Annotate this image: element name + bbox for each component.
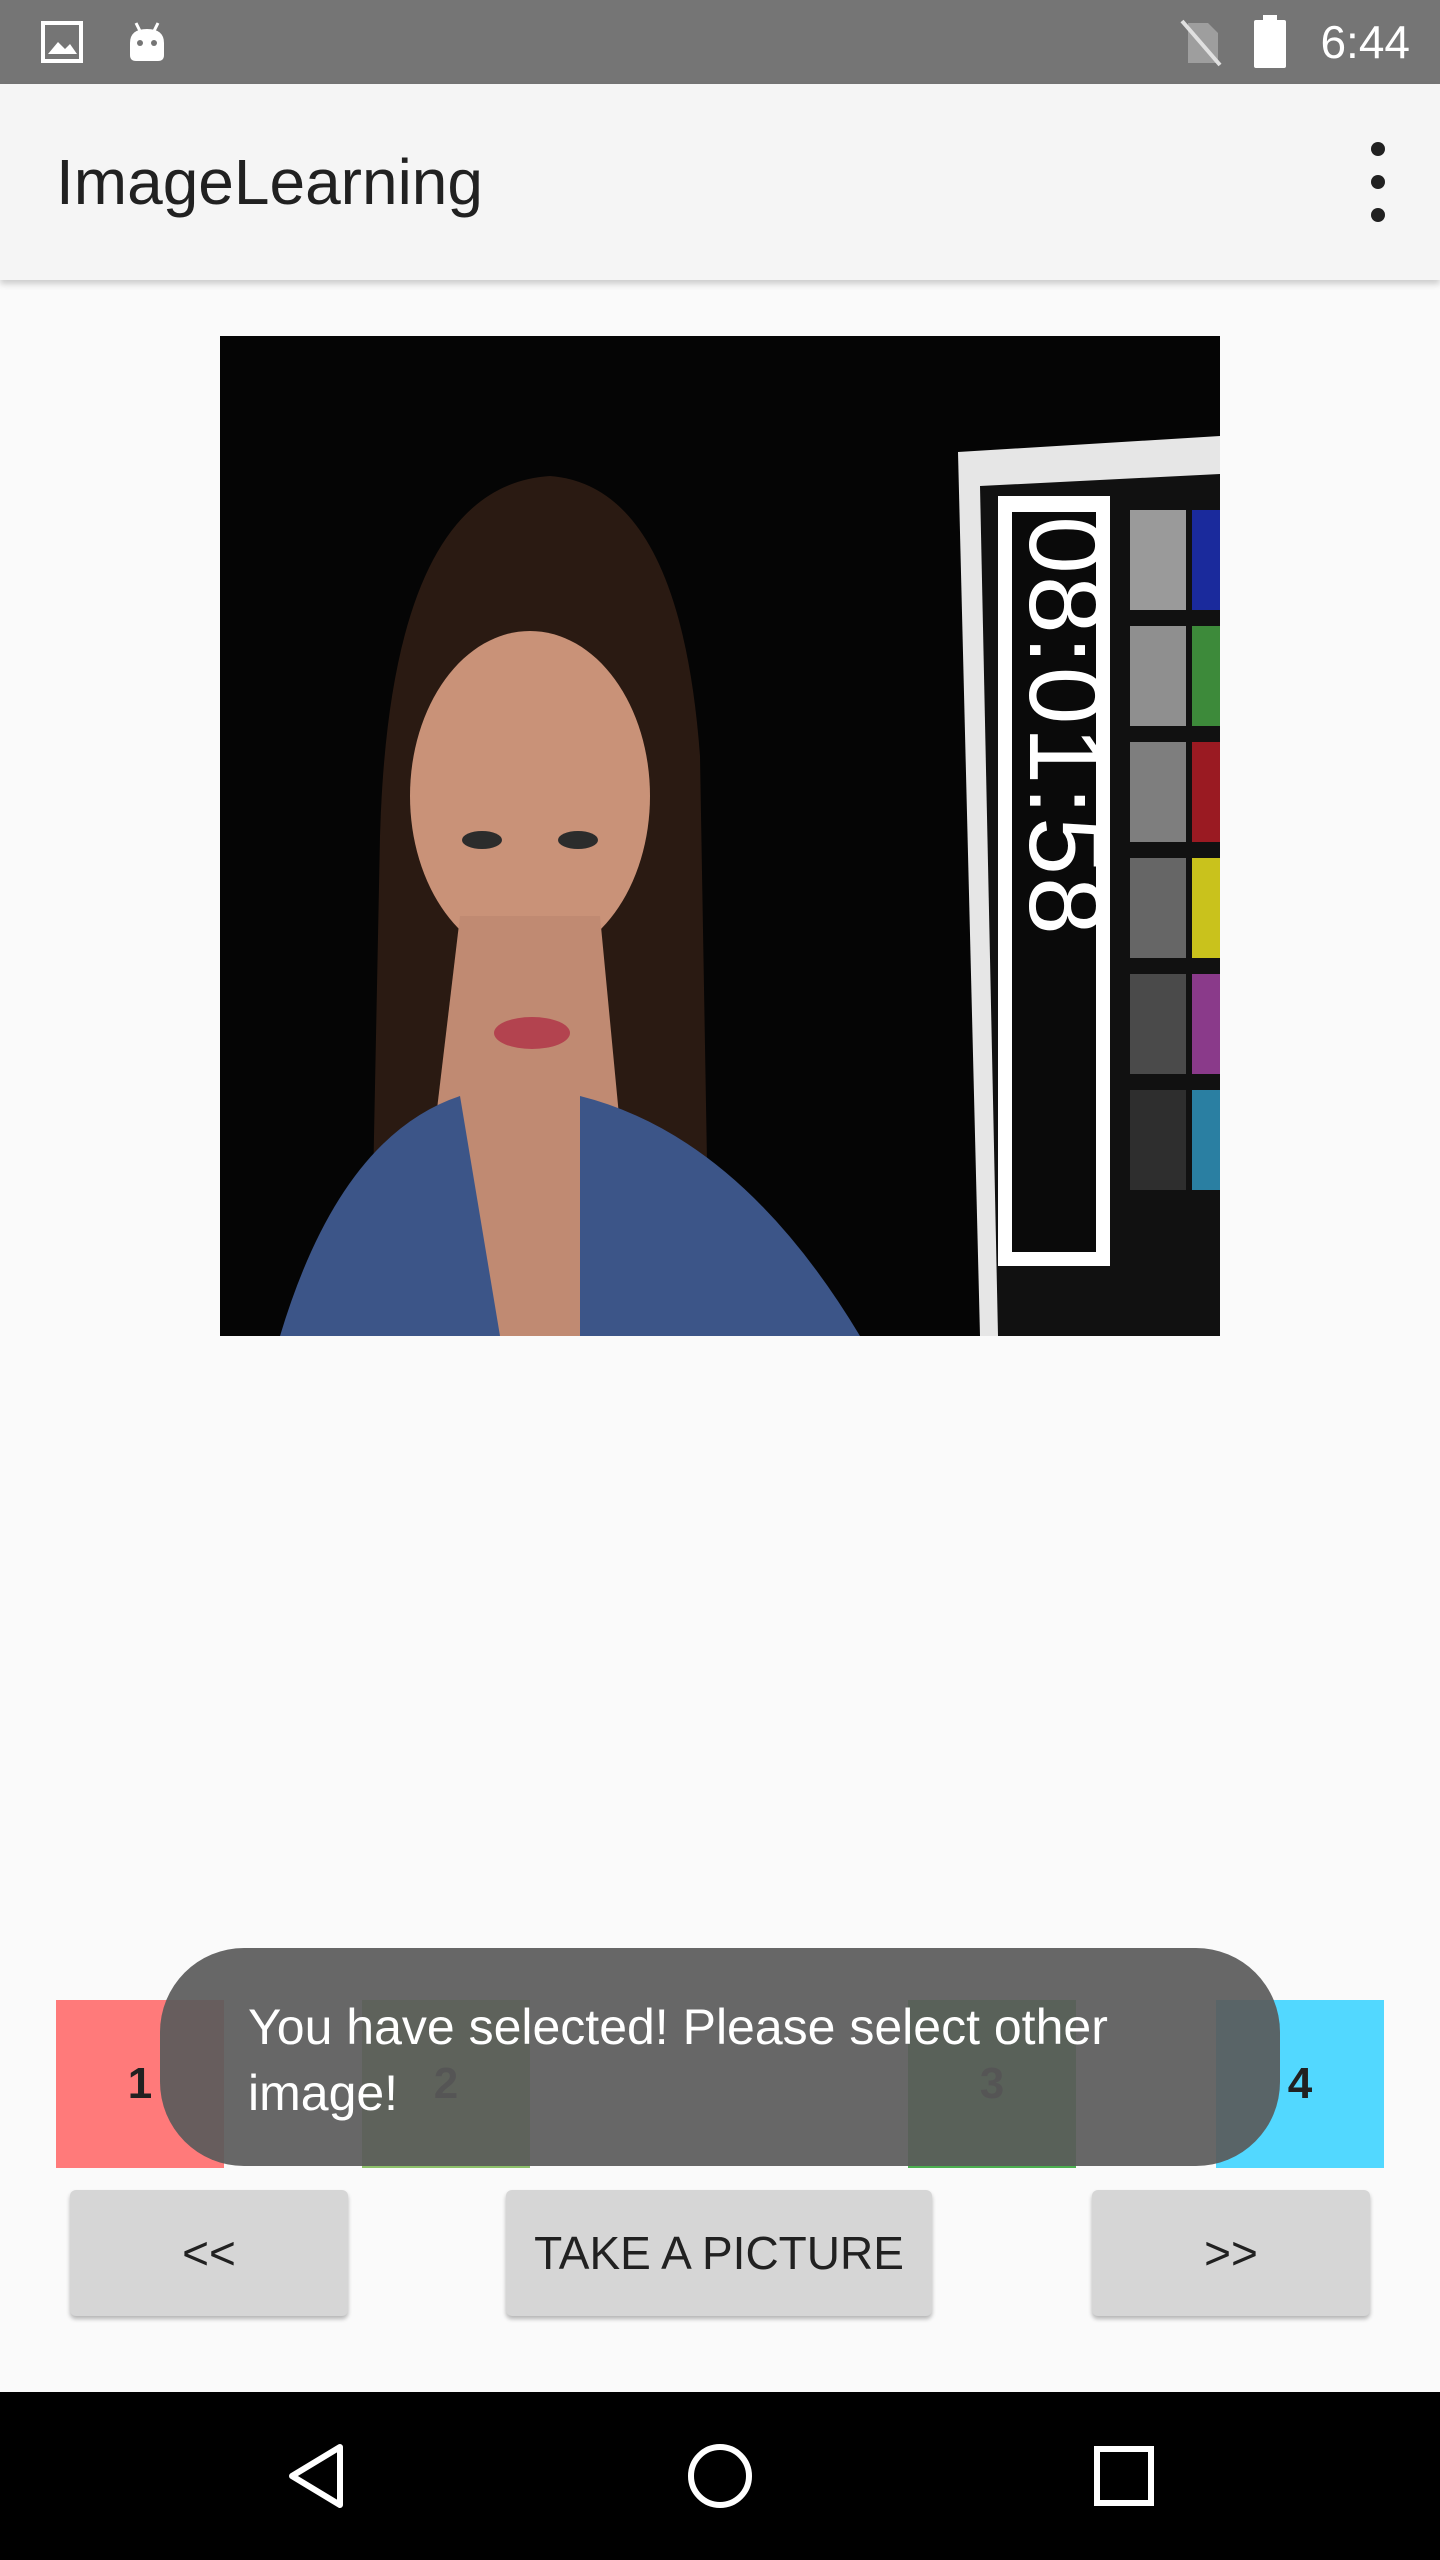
home-icon[interactable]	[640, 2392, 800, 2560]
tile-1-label: 1	[127, 2059, 153, 2108]
app-title: ImageLearning	[56, 146, 483, 218]
status-time: 6:44	[1320, 16, 1410, 68]
tile-4-label: 4	[1287, 2059, 1313, 2108]
status-bar: 6:44	[0, 0, 1440, 84]
no-sim-icon	[1178, 0, 1224, 84]
toast-message: You have selected! Please select other i…	[160, 1948, 1280, 2166]
navigation-bar	[0, 2392, 1440, 2560]
face-photo: 08:01:58	[220, 336, 1220, 1336]
recents-icon[interactable]	[1044, 2392, 1204, 2560]
android-icon	[124, 0, 170, 84]
previous-button[interactable]: <<	[70, 2190, 348, 2316]
back-icon[interactable]	[236, 2392, 396, 2560]
clock-text: 08:01:58	[1007, 516, 1123, 937]
next-button[interactable]: >>	[1092, 2190, 1370, 2316]
battery-icon	[1252, 0, 1288, 84]
image-icon	[40, 0, 84, 84]
app-bar: ImageLearning	[0, 84, 1440, 280]
take-picture-button[interactable]: TAKE A PICTURE	[506, 2190, 932, 2316]
more-vert-icon[interactable]	[1356, 142, 1400, 222]
